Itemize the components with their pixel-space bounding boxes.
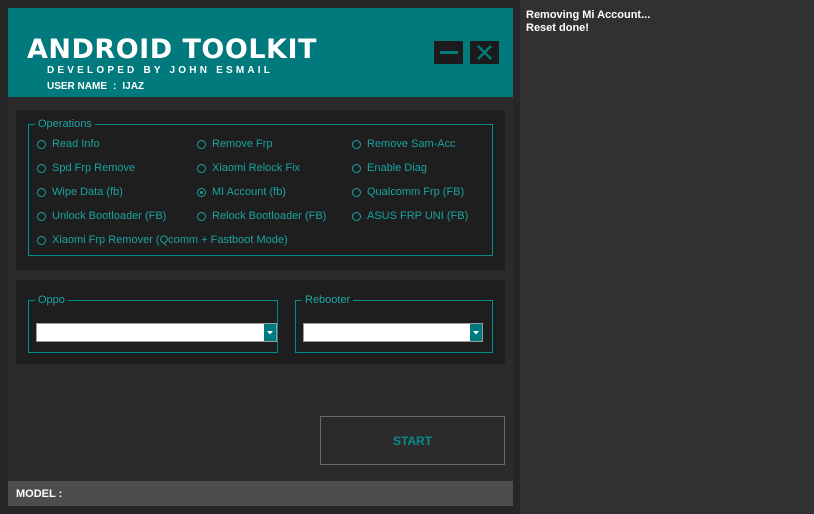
radio-option[interactable]: Xiaomi Relock Fix bbox=[197, 162, 300, 174]
radio-option-label: Enable Diag bbox=[367, 162, 427, 174]
operations-legend: Operations bbox=[38, 118, 92, 130]
radio-unchecked-icon[interactable] bbox=[37, 163, 46, 173]
radio-unchecked-icon[interactable] bbox=[352, 211, 361, 221]
radio-unchecked-icon[interactable] bbox=[37, 139, 46, 149]
rebooter-dropdown-arrow[interactable] bbox=[470, 324, 482, 341]
radio-option-label: Remove Frp bbox=[212, 138, 273, 150]
radio-unchecked-icon[interactable] bbox=[37, 187, 46, 197]
selectors-panel: Oppo Rebooter bbox=[16, 280, 505, 364]
radio-unchecked-icon[interactable] bbox=[37, 211, 46, 221]
radio-option[interactable]: Spd Frp Remove bbox=[37, 162, 135, 174]
user-info: USER NAME: IJAZ bbox=[47, 81, 144, 92]
radio-option[interactable]: Read Info bbox=[37, 138, 100, 150]
radio-option-label: Xiaomi Frp Remover (Qcomm + Fastboot Mod… bbox=[52, 234, 288, 246]
rebooter-group: Rebooter bbox=[295, 294, 493, 353]
radio-option-label: Spd Frp Remove bbox=[52, 162, 136, 174]
minimize-button[interactable] bbox=[434, 41, 463, 64]
radio-unchecked-icon[interactable] bbox=[197, 139, 206, 149]
user-name: IJAZ bbox=[122, 81, 145, 92]
radio-option[interactable]: Enable Diag bbox=[352, 162, 427, 174]
toolkit-window: ANDROID TOOLKIT DEVELOPED BY JOHN ESMAIL… bbox=[8, 8, 513, 506]
rebooter-select[interactable] bbox=[303, 323, 483, 342]
close-button[interactable] bbox=[470, 41, 499, 64]
radio-option[interactable]: ASUS FRP UNI (FB) bbox=[352, 210, 468, 222]
oppo-group: Oppo bbox=[28, 294, 278, 353]
user-separator: : bbox=[113, 81, 117, 92]
header-bar: ANDROID TOOLKIT DEVELOPED BY JOHN ESMAIL… bbox=[8, 8, 513, 97]
radio-option[interactable]: Remove Sam-Acc bbox=[352, 138, 456, 150]
radio-option[interactable]: Unlock Bootloader (FB) bbox=[37, 210, 166, 222]
radio-option-label: Wipe Data (fb) bbox=[52, 186, 123, 198]
oppo-legend: Oppo bbox=[38, 294, 65, 306]
radio-unchecked-icon[interactable] bbox=[197, 163, 206, 173]
operations-panel: Operations Read Info Remove Frp Remove Sam… bbox=[16, 110, 505, 270]
log-line: Reset done! bbox=[526, 22, 589, 34]
radio-unchecked-icon[interactable] bbox=[37, 235, 46, 245]
chevron-down-icon bbox=[473, 330, 479, 334]
radio-option[interactable]: Remove Frp bbox=[197, 138, 273, 150]
radio-unchecked-icon[interactable] bbox=[197, 211, 206, 221]
radio-option-label: Unlock Bootloader (FB) bbox=[52, 210, 167, 222]
oppo-dropdown-arrow[interactable] bbox=[264, 324, 276, 341]
status-bar: MODEL : bbox=[8, 481, 513, 506]
radio-option-label: Qualcomm Frp (FB) bbox=[367, 186, 465, 198]
rebooter-legend: Rebooter bbox=[305, 294, 351, 306]
radio-unchecked-icon[interactable] bbox=[352, 187, 361, 197]
radio-option-label: Relock Bootloader (FB) bbox=[212, 210, 327, 222]
start-button[interactable]: START bbox=[320, 416, 505, 465]
app-title: ANDROID TOOLKIT bbox=[27, 34, 317, 65]
radio-option[interactable]: Qualcomm Frp (FB) bbox=[352, 186, 464, 198]
radio-unchecked-icon[interactable] bbox=[352, 163, 361, 173]
radio-option-label: Read Info bbox=[52, 138, 100, 150]
radio-unchecked-icon[interactable] bbox=[352, 139, 361, 149]
radio-option-label: Xiaomi Relock Fix bbox=[212, 162, 301, 174]
radio-option-label: MI Account (fb) bbox=[212, 186, 286, 198]
radio-option-label: ASUS FRP UNI (FB) bbox=[367, 210, 469, 222]
radio-option-label: Remove Sam-Acc bbox=[367, 138, 456, 150]
radio-option[interactable]: Xiaomi Frp Remover (Qcomm + Fastboot Mod… bbox=[37, 234, 288, 246]
radio-checked-icon[interactable] bbox=[197, 187, 206, 197]
user-label: USER NAME bbox=[47, 81, 108, 92]
radio-option[interactable]: MI Account (fb) bbox=[197, 186, 286, 198]
chevron-down-icon bbox=[267, 330, 273, 334]
radio-option[interactable]: Relock Bootloader (FB) bbox=[197, 210, 326, 222]
close-icon bbox=[477, 45, 492, 60]
oppo-select[interactable] bbox=[36, 323, 277, 342]
log-line: Removing Mi Account... bbox=[526, 9, 651, 21]
developer-credit: DEVELOPED BY JOHN ESMAIL bbox=[47, 65, 274, 76]
log-panel: Removing Mi Account... Reset done! bbox=[520, 0, 814, 514]
minimize-icon bbox=[439, 50, 458, 54]
radio-option[interactable]: Wipe Data (fb) bbox=[37, 186, 123, 198]
model-label: MODEL : bbox=[16, 488, 63, 500]
